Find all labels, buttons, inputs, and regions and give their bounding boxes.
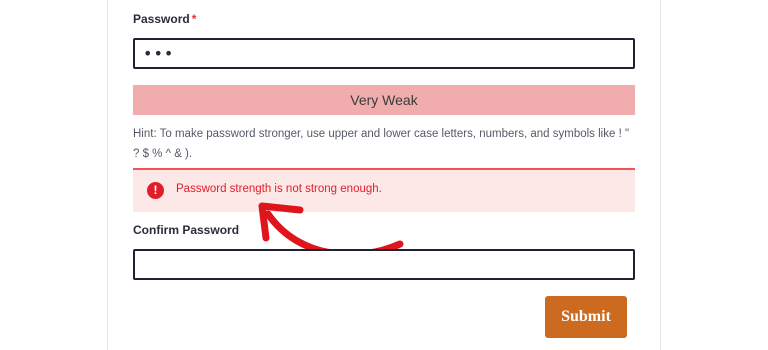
error-message-box: ! Password strength is not strong enough… — [133, 168, 635, 212]
card-border-left — [107, 0, 108, 350]
registration-form-page: Password * ••• Very Weak Hint: To make pa… — [0, 0, 768, 350]
password-input[interactable]: ••• — [133, 38, 635, 69]
password-hint: Hint: To make password stronger, use upp… — [133, 128, 630, 160]
card-border-right — [660, 0, 661, 350]
submit-button[interactable]: Submit — [545, 296, 627, 338]
password-label: Password * — [133, 12, 196, 26]
confirm-password-label: Confirm Password — [133, 223, 240, 237]
required-marker: * — [191, 12, 197, 26]
error-alert-icon: ! — [147, 182, 164, 199]
confirm-password-input[interactable] — [133, 249, 635, 280]
password-label-text: Password — [133, 12, 190, 26]
error-message-text: Password strength is not strong enough. — [176, 183, 382, 195]
password-strength-meter: Very Weak — [133, 85, 635, 115]
